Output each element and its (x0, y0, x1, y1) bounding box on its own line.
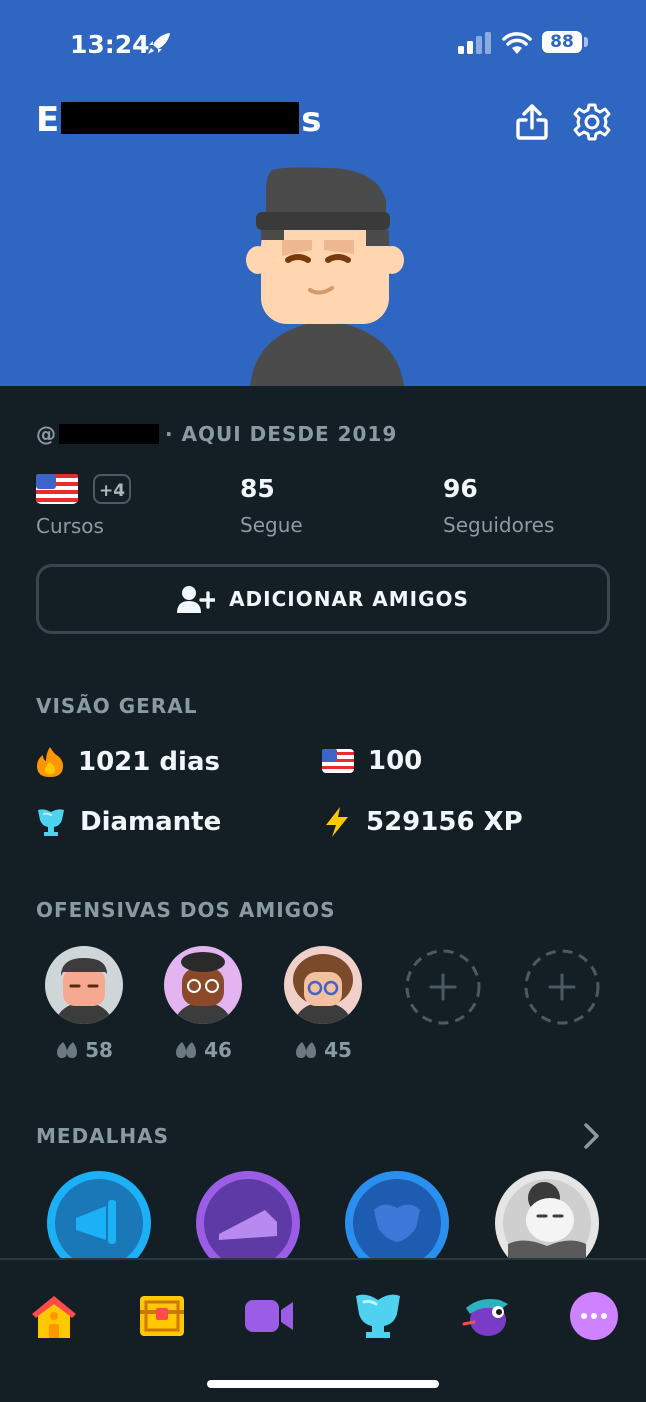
home-icon[interactable] (28, 1290, 80, 1342)
friend-streak-count: 58 (44, 1038, 124, 1062)
add-friends-button[interactable]: ADICIONAR AMIGOS (36, 564, 610, 634)
share-icon[interactable] (514, 102, 550, 142)
double-flame-icon (176, 1042, 197, 1058)
league-value: Diamante (80, 807, 222, 837)
friend-streak-count: 45 (283, 1038, 363, 1062)
streak-stat: 1021 dias (36, 746, 220, 778)
add-friends-label: ADICIONAR AMIGOS (229, 587, 469, 611)
league-icon[interactable] (352, 1290, 404, 1342)
overview-title: VISÃO GERAL (36, 694, 198, 718)
medal-badge[interactable] (195, 1170, 301, 1260)
flame-icon (37, 747, 63, 777)
followers-label: Seguidores (443, 513, 555, 537)
add-friend-slot[interactable] (523, 948, 601, 1026)
xp-value: 529156 XP (366, 807, 523, 837)
followers-stat[interactable]: 96 Seguidores (443, 474, 554, 537)
friend-streak-item[interactable]: 45 (283, 946, 363, 1062)
settings-gear-icon[interactable] (572, 102, 612, 142)
medal-badge[interactable] (494, 1170, 600, 1260)
diamond-league-icon (38, 809, 64, 836)
friend-avatar (284, 946, 362, 1024)
friend-streak-item[interactable]: 46 (163, 946, 243, 1062)
signal-icon (458, 32, 491, 54)
chest-icon[interactable] (136, 1290, 188, 1342)
wifi-icon (502, 32, 532, 54)
friend-streak-item[interactable]: 58 (44, 946, 124, 1062)
us-flag-small-icon (322, 749, 354, 773)
courses-label: Cursos (36, 514, 104, 538)
friend-avatar (45, 946, 123, 1024)
courses-extra-badge: +4 (93, 474, 132, 504)
redacted-handle (59, 424, 159, 444)
lightning-icon (326, 807, 348, 837)
redacted-name (61, 102, 300, 134)
friend-avatar (164, 946, 242, 1024)
course-score-stat: 100 (322, 746, 422, 776)
add-user-icon (177, 586, 216, 613)
battery-indicator: 88 (542, 31, 582, 53)
xp-stat: 529156 XP (322, 806, 523, 838)
following-stat[interactable]: 85 Segue (240, 474, 303, 537)
following-label: Segue (240, 513, 303, 537)
followers-count: 96 (443, 474, 478, 503)
streak-value: 1021 dias (78, 747, 220, 777)
profile-avatar (246, 167, 404, 386)
double-flame-icon (57, 1042, 78, 1058)
friend-streak-count: 46 (163, 1038, 243, 1062)
handle-row: @ · AQUI DESDE 2019 (36, 422, 398, 446)
friend-streaks-title: OFENSIVAS DOS AMIGOS (36, 898, 336, 922)
joined-date: · AQUI DESDE 2019 (165, 422, 398, 446)
us-flag-icon (36, 474, 78, 504)
medal-badge[interactable] (46, 1170, 152, 1260)
add-friend-slot[interactable] (404, 948, 482, 1026)
league-stat: Diamante (36, 806, 221, 838)
chevron-right-icon[interactable] (582, 1122, 602, 1150)
battery-tip (584, 37, 588, 47)
profile-name: Es (36, 100, 322, 140)
more-icon[interactable] (568, 1290, 620, 1342)
medal-badge[interactable] (344, 1170, 450, 1260)
practice-character-icon[interactable] (460, 1290, 512, 1342)
video-call-icon[interactable] (243, 1290, 295, 1342)
profile-header: 13:24 88 Es (0, 0, 646, 386)
home-indicator (207, 1380, 439, 1388)
courses-stat[interactable]: +4 Cursos (36, 474, 132, 538)
status-time: 13:24 (70, 30, 150, 59)
profile-body: @ · AQUI DESDE 2019 +4 Cursos 85 Segue 96… (0, 386, 646, 1260)
medals-title: MEDALHAS (36, 1124, 170, 1148)
course-score-value: 100 (368, 746, 423, 776)
double-flame-icon (296, 1042, 317, 1058)
following-count: 85 (240, 474, 275, 503)
rocket-icon (148, 33, 170, 54)
